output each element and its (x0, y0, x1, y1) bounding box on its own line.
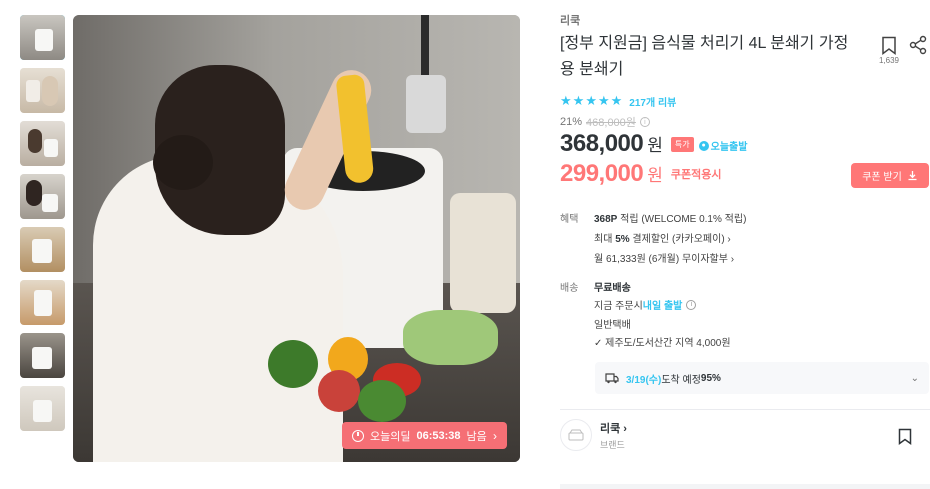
star-icon: ★ (572, 93, 585, 108)
remote-area-fee: ✓ 제주도/도서산간 지역 4,000원 (594, 338, 731, 349)
apple (318, 370, 360, 412)
discount-row: 21% 468,000원 i (560, 114, 650, 130)
truck-icon (605, 373, 619, 384)
star-icon: ★ (560, 93, 572, 108)
deal-label: 오늘의딜 (370, 430, 411, 443)
order-prefix: 지금 주문시 (594, 301, 643, 312)
coupon-price: 299,000 (560, 160, 644, 187)
today-departure-label: 오늘출발 (710, 142, 748, 153)
brand-name[interactable]: 리쿡 (560, 12, 580, 28)
broccoli-2 (358, 380, 406, 422)
spatula-handle (421, 15, 429, 75)
person-hair-bun (153, 135, 213, 190)
main-product-image[interactable]: 오늘의딜 06:53:38 남음 › (73, 15, 520, 462)
thumbnail-8[interactable] (20, 386, 65, 431)
special-badge: 특가 (670, 137, 694, 152)
thumbnail-5[interactable] (20, 227, 65, 272)
divider (560, 409, 930, 410)
sale-price: 368,000 (560, 130, 644, 157)
max-prefix: 최대 (594, 234, 616, 245)
thumbnail-3[interactable] (20, 121, 65, 166)
deal-suffix: 남음 (466, 430, 487, 443)
coupon-button-label: 쿠폰 받기 (862, 172, 902, 183)
store-logo (560, 419, 592, 451)
broccoli (268, 340, 318, 388)
thumbnail-1[interactable] (20, 15, 65, 60)
departure-icon: ● (698, 140, 709, 151)
share-icon (909, 35, 927, 55)
payment-discount-desc: 결제할인 (카카오페이) › (629, 234, 731, 245)
download-icon (908, 171, 917, 181)
bookmark-count: 1,639 (878, 56, 900, 65)
price-currency: 원 (647, 136, 663, 155)
thumbnail-4[interactable] (20, 174, 65, 219)
today-departure-badge: ● 오늘출발 (698, 138, 748, 153)
store-icon (568, 429, 584, 441)
bookmark-icon (882, 36, 896, 55)
rating[interactable]: ★ ★ ★ ★ ★ 217개 리뷰 (560, 93, 676, 109)
points-desc: 적립 (WELCOME 0.1% 적립) (617, 214, 747, 225)
deal-time: 06:53:38 (416, 429, 461, 442)
eta-date: 3/19(수) (626, 374, 662, 386)
coupon-price-row: 299,000 원 쿠폰적용시 (560, 160, 722, 188)
order-departure-bold: 내일 출발 (642, 301, 683, 312)
points-benefit: 368P 적립 (WELCOME 0.1% 적립) (594, 210, 746, 225)
review-count[interactable]: 217개 리뷰 (629, 94, 676, 109)
free-shipping-text: 무료배송 (594, 283, 631, 294)
benefit-label: 혜택 (560, 214, 579, 225)
coupon-apply-label: 쿠폰적용시 (670, 169, 722, 181)
bookmark-button[interactable]: 1,639 (876, 36, 902, 65)
bread-bag (450, 193, 516, 313)
coupon-download-button[interactable]: 쿠폰 받기 (851, 163, 929, 188)
coupon-currency: 원 (647, 166, 663, 185)
discount-percent: 21% (560, 116, 583, 128)
store-type: 브랜드 (600, 439, 625, 450)
delivery-estimate[interactable]: 3/19(수) 도착 예정 95% ⌄ (595, 362, 929, 394)
thumbnail-7[interactable] (20, 333, 65, 378)
store-bookmark-button[interactable] (898, 428, 912, 450)
clock-icon (352, 429, 364, 442)
price-row: 368,000 원 특가 ● 오늘출발 (560, 130, 747, 158)
info-icon[interactable]: i (686, 299, 697, 310)
thumbnail-2[interactable] (20, 68, 65, 113)
info-icon[interactable]: i (639, 117, 650, 127)
eta-percent: 95% (700, 372, 721, 384)
share-button[interactable] (908, 35, 928, 60)
chevron-right-icon: › (493, 428, 497, 443)
free-shipping: 무료배송 (594, 279, 631, 294)
bookmark-icon (898, 428, 912, 445)
star-icon: ★ (585, 93, 597, 108)
deal-timer[interactable]: 오늘의딜 06:53:38 남음 › (342, 422, 507, 449)
star-icon: ★ (610, 93, 623, 108)
payment-discount[interactable]: 최대 5% 결제할인 (카카오페이) › (594, 230, 731, 245)
product-title: [정부 지원금] 음식물 처리기 4L 분쇄기 가정용 분쇄기 (560, 35, 849, 78)
original-price: 468,000원 (586, 117, 636, 129)
eta-text: 도착 예정 (661, 374, 701, 386)
max-percent: 5% (615, 234, 630, 245)
spatula (406, 75, 446, 133)
thumbnail-list (20, 15, 65, 439)
store-name[interactable]: 리쿡 › (600, 420, 627, 436)
installment-info[interactable]: 월 61,333원 (6개월) 무이자할부 › (594, 250, 734, 265)
salad-bowl (403, 310, 498, 365)
shipping-label: 배송 (560, 283, 579, 294)
store-info[interactable]: 리쿡 › 브랜드 (560, 419, 627, 451)
thumbnail-6[interactable] (20, 280, 65, 325)
section-divider (560, 484, 930, 489)
chevron-down-icon: ⌄ (910, 372, 919, 384)
standard-delivery: 일반택배 (594, 320, 631, 331)
points-amount: 368P (594, 214, 618, 225)
order-departure: 지금 주문시 내일 출발 i (594, 297, 697, 312)
star-icon: ★ (597, 93, 610, 108)
